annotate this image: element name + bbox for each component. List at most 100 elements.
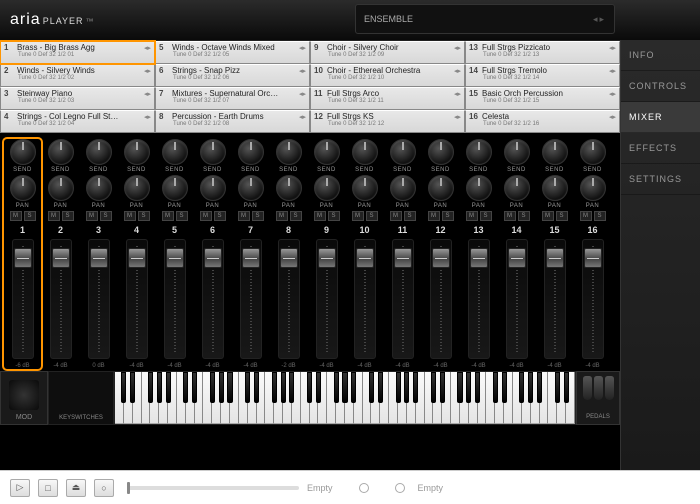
slot-arrows-icon[interactable]: ◂▸ xyxy=(299,90,306,98)
white-key[interactable] xyxy=(389,372,398,424)
mute-button[interactable]: M xyxy=(86,211,98,221)
mute-button[interactable]: M xyxy=(542,211,554,221)
send-knob[interactable] xyxy=(48,139,74,165)
white-key[interactable] xyxy=(548,372,557,424)
instrument-slot[interactable]: 15Basic Orch Percussion◂▸Tune 0 Def 32 1… xyxy=(465,87,620,110)
instrument-slot[interactable]: 5Winds - Octave Winds Mixed◂▸Tune 0 Def … xyxy=(155,41,310,64)
send-knob[interactable] xyxy=(314,139,340,165)
white-key[interactable] xyxy=(363,372,372,424)
instrument-slot[interactable]: 14Full Strgs Tremolo◂▸Tune 0 Def 32 1/2 … xyxy=(465,64,620,87)
solo-button[interactable]: S xyxy=(62,211,74,221)
white-key[interactable] xyxy=(203,372,212,424)
white-key[interactable] xyxy=(124,372,133,424)
white-key[interactable] xyxy=(230,372,239,424)
slot-arrows-icon[interactable]: ◂▸ xyxy=(299,113,306,121)
slot-arrows-icon[interactable]: ◂▸ xyxy=(609,90,616,98)
fader-cap[interactable] xyxy=(242,248,260,268)
white-key[interactable] xyxy=(221,372,230,424)
send-knob[interactable] xyxy=(162,139,188,165)
volume-fader[interactable] xyxy=(392,239,414,359)
pan-knob[interactable] xyxy=(352,175,378,201)
pan-knob[interactable] xyxy=(238,175,264,201)
pan-knob[interactable] xyxy=(428,175,454,201)
fader-cap[interactable] xyxy=(394,248,412,268)
solo-button[interactable]: S xyxy=(594,211,606,221)
slot-arrows-icon[interactable]: ◂▸ xyxy=(144,44,151,52)
white-key[interactable] xyxy=(248,372,257,424)
pan-knob[interactable] xyxy=(314,175,340,201)
white-key[interactable] xyxy=(274,372,283,424)
pan-knob[interactable] xyxy=(504,175,530,201)
instrument-slot[interactable]: 11Full Strgs Arco◂▸Tune 0 Def 32 1/2 11 xyxy=(310,87,465,110)
send-knob[interactable] xyxy=(124,139,150,165)
white-key[interactable] xyxy=(239,372,248,424)
white-key[interactable] xyxy=(168,372,177,424)
mute-button[interactable]: M xyxy=(10,211,22,221)
tab-mixer[interactable]: MIXER xyxy=(621,102,700,133)
white-key[interactable] xyxy=(504,372,513,424)
white-key[interactable] xyxy=(380,372,389,424)
pedal-icon[interactable] xyxy=(594,376,603,400)
slot-arrows-icon[interactable]: ◂▸ xyxy=(144,113,151,121)
transport-dot-2[interactable] xyxy=(395,483,405,493)
volume-fader[interactable] xyxy=(430,239,452,359)
white-key[interactable] xyxy=(150,372,159,424)
tab-controls[interactable]: CONTROLS xyxy=(621,71,700,102)
record-button[interactable]: ○ xyxy=(94,479,114,497)
volume-fader[interactable] xyxy=(202,239,224,359)
solo-button[interactable]: S xyxy=(518,211,530,221)
slot-arrows-icon[interactable]: ◂▸ xyxy=(454,113,461,121)
fader-cap[interactable] xyxy=(470,248,488,268)
solo-button[interactable]: S xyxy=(480,211,492,221)
slot-arrows-icon[interactable]: ◂▸ xyxy=(609,67,616,75)
slot-arrows-icon[interactable]: ◂▸ xyxy=(454,90,461,98)
solo-button[interactable]: S xyxy=(366,211,378,221)
solo-button[interactable]: S xyxy=(290,211,302,221)
volume-fader[interactable] xyxy=(582,239,604,359)
instrument-slot[interactable]: 8Percussion - Earth Drums◂▸Tune 0 Def 32… xyxy=(155,110,310,133)
white-key[interactable] xyxy=(186,372,195,424)
mute-button[interactable]: M xyxy=(276,211,288,221)
send-knob[interactable] xyxy=(200,139,226,165)
solo-button[interactable]: S xyxy=(404,211,416,221)
mute-button[interactable]: M xyxy=(352,211,364,221)
white-key[interactable] xyxy=(371,372,380,424)
fader-cap[interactable] xyxy=(318,248,336,268)
white-key[interactable] xyxy=(425,372,434,424)
white-key[interactable] xyxy=(540,372,549,424)
transport-dot-1[interactable] xyxy=(359,483,369,493)
white-key[interactable] xyxy=(407,372,416,424)
white-key[interactable] xyxy=(557,372,566,424)
instrument-slot[interactable]: 4Strings - Col Legno Full St…◂▸Tune 0 De… xyxy=(0,110,155,133)
instrument-slot[interactable]: 3Steinway Piano◂▸Tune 0 Def 32 1/2 03 xyxy=(0,87,155,110)
solo-button[interactable]: S xyxy=(100,211,112,221)
instrument-slot[interactable]: 10Choir - Ethereal Orchestra◂▸Tune 0 Def… xyxy=(310,64,465,87)
slot-arrows-icon[interactable]: ◂▸ xyxy=(299,67,306,75)
mute-button[interactable]: M xyxy=(124,211,136,221)
fader-cap[interactable] xyxy=(204,248,222,268)
volume-fader[interactable] xyxy=(50,239,72,359)
white-key[interactable] xyxy=(257,372,266,424)
mute-button[interactable]: M xyxy=(162,211,174,221)
fader-cap[interactable] xyxy=(584,248,602,268)
white-key[interactable] xyxy=(265,372,274,424)
play-button[interactable]: ▷ xyxy=(10,479,30,497)
white-key[interactable] xyxy=(301,372,310,424)
instrument-slot[interactable]: 6Strings - Snap Pizz◂▸Tune 0 Def 32 1/2 … xyxy=(155,64,310,87)
send-knob[interactable] xyxy=(238,139,264,165)
send-knob[interactable] xyxy=(86,139,112,165)
white-key[interactable] xyxy=(336,372,345,424)
instrument-slot[interactable]: 12Full Strgs KS◂▸Tune 0 Def 32 1/2 12 xyxy=(310,110,465,133)
white-key[interactable] xyxy=(469,372,478,424)
solo-button[interactable]: S xyxy=(442,211,454,221)
fader-cap[interactable] xyxy=(52,248,70,268)
tab-settings[interactable]: SETTINGS xyxy=(621,164,700,195)
volume-fader[interactable] xyxy=(164,239,186,359)
white-key[interactable] xyxy=(566,372,575,424)
send-knob[interactable] xyxy=(580,139,606,165)
volume-fader[interactable] xyxy=(12,239,34,359)
slot-arrows-icon[interactable]: ◂▸ xyxy=(609,113,616,121)
solo-button[interactable]: S xyxy=(176,211,188,221)
white-key[interactable] xyxy=(495,372,504,424)
solo-button[interactable]: S xyxy=(214,211,226,221)
